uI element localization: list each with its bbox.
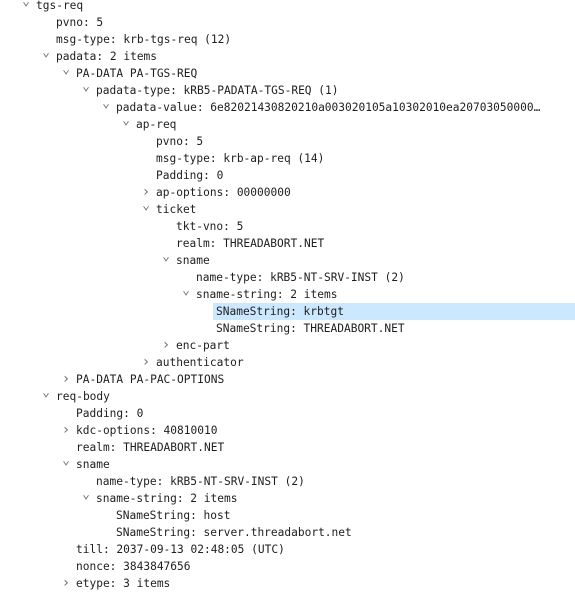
- chevron-down-icon[interactable]: ⌄: [80, 486, 92, 503]
- tree-node-label: ap-options: 00000000: [156, 186, 291, 199]
- tree-node-label: padata-type: kRB5-PADATA-TGS-REQ (1): [96, 84, 339, 97]
- tree-node[interactable]: › ap-options: 00000000: [0, 184, 575, 201]
- tree-node-label: name-type: kRB5-NT-SRV-INST (2): [96, 475, 305, 488]
- tree-node-label: ap-req: [136, 118, 177, 131]
- tree-node-label: SNameString: host: [116, 509, 231, 522]
- tree-node-label: pvno: 5: [56, 16, 104, 29]
- tree-node[interactable]: ⌄ sname: [0, 249, 575, 269]
- chevron-down-icon[interactable]: ⌄: [40, 44, 52, 61]
- tree-node-label: sname: [76, 458, 110, 471]
- tree-node-label: kdc-options: 40810010: [76, 424, 218, 437]
- tree-node[interactable]: Padding: 0: [0, 167, 575, 184]
- tree-node[interactable]: ⌄ sname-string: 2 items: [0, 283, 575, 303]
- tree-node[interactable]: › enc-part: [0, 337, 575, 354]
- tree-node-label: Padding: 0: [156, 169, 224, 182]
- tree-node-label: sname-string: 2 items: [96, 492, 238, 505]
- tree-node-label: nonce: 3843847656: [76, 560, 191, 573]
- chevron-down-icon[interactable]: ⌄: [120, 112, 132, 129]
- tree-node-label: Padding: 0: [76, 407, 144, 420]
- tree-node[interactable]: msg-type: krb-tgs-req (12): [0, 31, 575, 48]
- chevron-down-icon[interactable]: ⌄: [80, 78, 92, 95]
- tree-node-label: tgs-req: [36, 0, 84, 12]
- tree-node-label: realm: THREADABORT.NET: [76, 441, 225, 454]
- tree-node[interactable]: SNameString: host: [0, 507, 575, 524]
- tree-node[interactable]: › kdc-options: 40810010: [0, 422, 575, 439]
- tree-node[interactable]: pvno: 5: [0, 133, 575, 150]
- tree-node[interactable]: ⌄ padata: 2 items: [0, 45, 575, 65]
- tree-node-label: sname-string: 2 items: [196, 288, 338, 301]
- tree-node[interactable]: pvno: 5: [0, 14, 575, 31]
- chevron-down-icon[interactable]: ⌄: [180, 282, 192, 299]
- tree-node[interactable]: ⌄ ap-req: [0, 113, 575, 133]
- tree-node-label: msg-type: krb-tgs-req (12): [56, 33, 232, 46]
- tree-node-label: name-type: kRB5-NT-SRV-INST (2): [196, 271, 405, 284]
- tree-node[interactable]: › authenticator: [0, 354, 575, 371]
- tree-node[interactable]: till: 2037-09-13 02:48:05 (UTC): [0, 541, 575, 558]
- tree-node[interactable]: nonce: 3843847656: [0, 558, 575, 575]
- chevron-down-icon[interactable]: ⌄: [60, 61, 72, 78]
- tree-node[interactable]: ⌄ req-body: [0, 385, 575, 405]
- tree-node[interactable]: › PA-DATA PA-PAC-OPTIONS: [0, 371, 575, 388]
- chevron-down-icon[interactable]: ⌄: [100, 95, 112, 112]
- tree-node-label: pvno: 5: [156, 135, 204, 148]
- tree-node[interactable]: realm: THREADABORT.NET: [0, 439, 575, 456]
- tree-node[interactable]: tkt-vno: 5: [0, 218, 575, 235]
- tree-node[interactable]: name-type: kRB5-NT-SRV-INST (2): [0, 269, 575, 286]
- tree-node[interactable]: SNameString: krbtgt: [0, 303, 575, 320]
- tree-node[interactable]: ⌄ padata-type: kRB5-PADATA-TGS-REQ (1): [0, 79, 575, 99]
- tree-node-label: padata-value: 6e82021430820210a003020105…: [116, 101, 541, 114]
- tree-node-label: authenticator: [156, 356, 244, 369]
- chevron-down-icon[interactable]: ⌄: [160, 248, 172, 265]
- tree-node-label: req-body: [56, 390, 110, 403]
- tree-node-label: till: 2037-09-13 02:48:05 (UTC): [76, 543, 285, 556]
- tree-node-label: etype: 3 items: [76, 577, 171, 590]
- tree-node-label: SNameString: THREADABORT.NET: [216, 322, 405, 335]
- chevron-right-icon[interactable]: ›: [60, 371, 72, 388]
- tree-node-label: tkt-vno: 5: [176, 220, 244, 233]
- chevron-down-icon[interactable]: ⌄: [60, 452, 72, 469]
- tree-node-label: ticket: [156, 203, 197, 216]
- tree-node-label: realm: THREADABORT.NET: [176, 237, 325, 250]
- tree-node[interactable]: › etype: 3 items: [0, 575, 575, 592]
- tree-node-label: PA-DATA PA-TGS-REQ: [76, 67, 198, 80]
- packet-details-tree: ⌄ tgs-req pvno: 5 msg-type: krb-tgs-req (12…: [0, 0, 575, 592]
- chevron-right-icon[interactable]: ›: [60, 575, 72, 592]
- tree-node[interactable]: realm: THREADABORT.NET: [0, 235, 575, 252]
- tree-node[interactable]: SNameString: server.threadabort.net: [0, 524, 575, 541]
- tree-node[interactable]: SNameString: THREADABORT.NET: [0, 320, 575, 337]
- tree-node-label: sname: [176, 254, 210, 267]
- tree-node-label: SNameString: server.threadabort.net: [116, 526, 352, 539]
- tree-node[interactable]: ⌄ padata-value: 6e82021430820210a00302010…: [0, 96, 575, 116]
- tree-node[interactable]: ⌄ sname-string: 2 items: [0, 487, 575, 507]
- chevron-down-icon[interactable]: ⌄: [20, 0, 32, 10]
- chevron-down-icon[interactable]: ⌄: [40, 384, 52, 401]
- tree-node[interactable]: ⌄ tgs-req: [0, 0, 575, 14]
- chevron-right-icon[interactable]: ›: [160, 337, 172, 354]
- tree-node[interactable]: Padding: 0: [0, 405, 575, 422]
- chevron-down-icon[interactable]: ⌄: [140, 197, 152, 214]
- tree-node-label: SNameString: krbtgt: [216, 305, 344, 318]
- tree-node-label: enc-part: [176, 339, 230, 352]
- tree-node-label: PA-DATA PA-PAC-OPTIONS: [76, 373, 225, 386]
- tree-node[interactable]: msg-type: krb-ap-req (14): [0, 150, 575, 167]
- chevron-right-icon[interactable]: ›: [140, 354, 152, 371]
- tree-node-label: msg-type: krb-ap-req (14): [156, 152, 325, 165]
- chevron-right-icon[interactable]: ›: [60, 422, 72, 439]
- tree-node[interactable]: ⌄ sname: [0, 453, 575, 473]
- tree-node[interactable]: ⌄ ticket: [0, 198, 575, 218]
